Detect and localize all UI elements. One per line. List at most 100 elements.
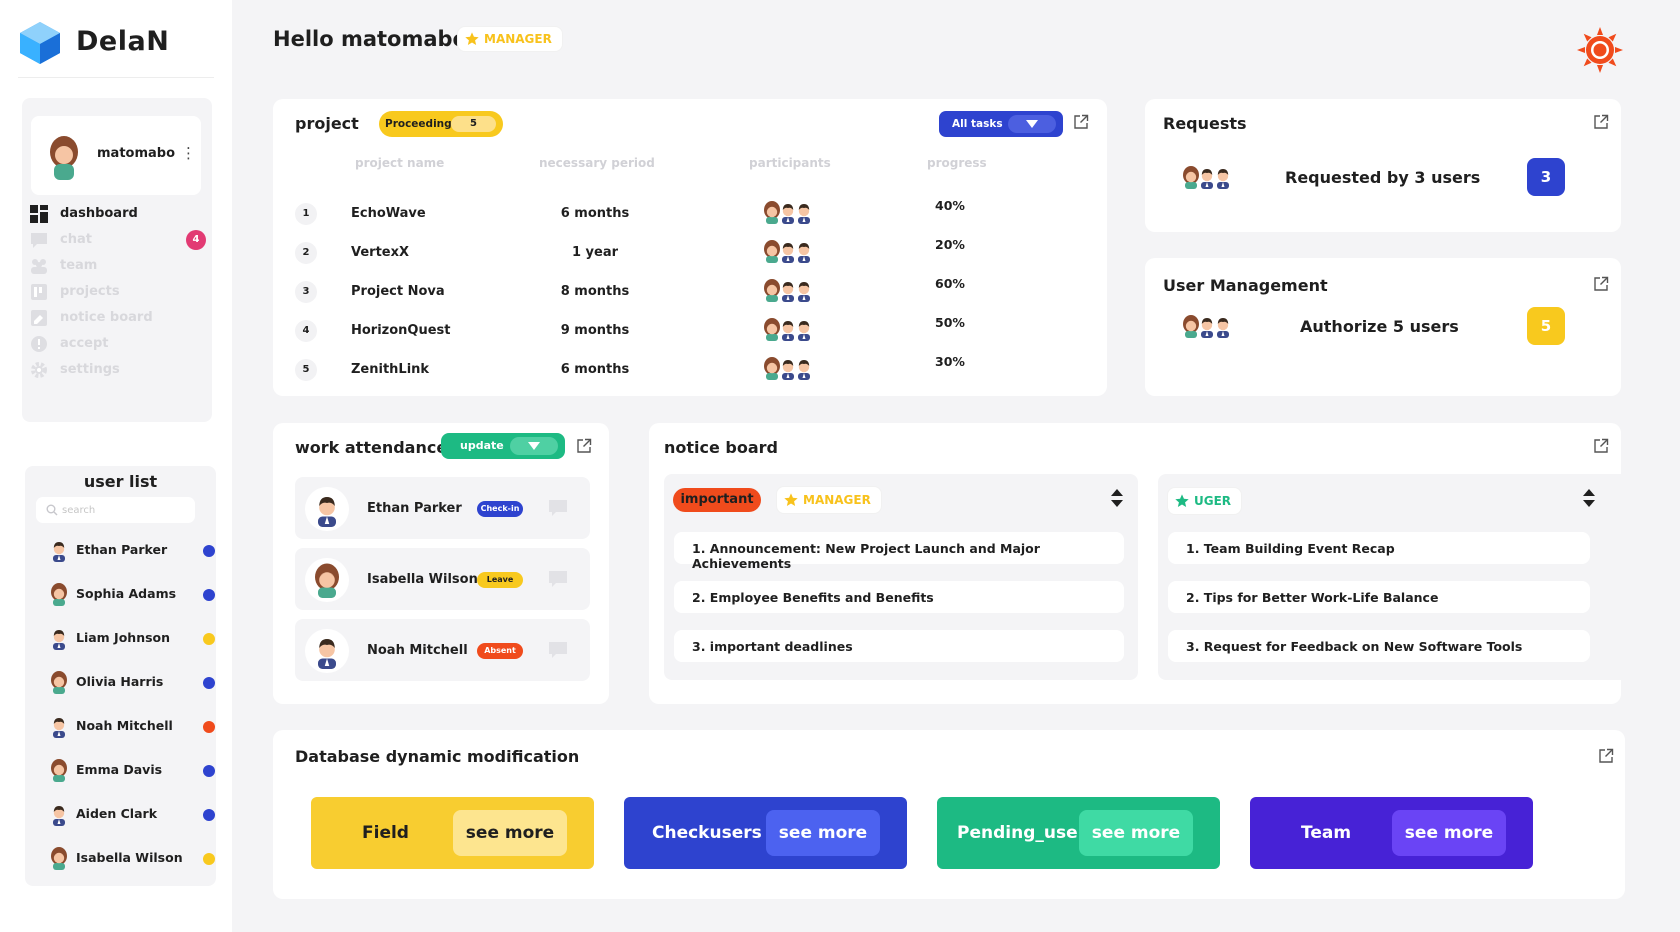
nav-label: accept <box>60 336 109 351</box>
avatar <box>51 847 67 870</box>
attendance-row[interactable]: Ethan Parker Check-in <box>295 477 590 539</box>
attendance-row[interactable]: Isabella Wilson Leave <box>295 548 590 610</box>
sun-gear-icon[interactable] <box>1576 26 1624 74</box>
update-dropdown[interactable]: update <box>441 433 565 459</box>
see-more-button[interactable]: see more <box>1392 810 1506 856</box>
participants-avatars <box>1179 165 1235 191</box>
nav-label: notice board <box>60 310 153 325</box>
notice-column-user: UGER 1. Team Building Event Recap 2. Tip… <box>1158 474 1632 680</box>
avatar <box>1217 318 1229 338</box>
user-list-item[interactable]: Noah Mitchell <box>47 713 215 739</box>
user-list-item[interactable]: Olivia Harris <box>47 669 215 695</box>
user-list-item[interactable]: Isabella Wilson <box>47 845 215 871</box>
nav-label: settings <box>60 362 120 377</box>
user-list-item[interactable]: Liam Johnson <box>47 625 215 651</box>
user-list-title: user list <box>83 472 158 491</box>
proceeding-label: Proceeding <box>385 118 452 130</box>
chat-icon[interactable] <box>548 570 568 588</box>
external-link-icon[interactable] <box>1593 438 1609 454</box>
nav-label: projects <box>60 284 120 299</box>
projects-icon <box>31 284 47 300</box>
notice-column-manager: important MANAGER 1. Announcement: New P… <box>664 474 1138 680</box>
avatar <box>53 630 65 650</box>
avatar-frame <box>305 487 349 531</box>
sidebar-divider <box>18 77 214 78</box>
notice-item[interactable]: 3. Request for Feedback on New Software … <box>1168 630 1590 662</box>
table-row[interactable]: 5 ZenithLink 6 months 30% <box>295 354 995 384</box>
sort-icon[interactable] <box>1582 488 1596 508</box>
star-icon <box>784 493 798 506</box>
user-name: Noah Mitchell <box>76 718 173 733</box>
see-more-button[interactable]: see more <box>1079 810 1193 856</box>
more-options-icon[interactable]: ⋮ <box>181 144 196 162</box>
notice-item[interactable]: 1. Announcement: New Project Launch and … <box>674 532 1124 571</box>
status-dot <box>203 721 215 733</box>
chat-icon <box>31 233 47 248</box>
search-input[interactable] <box>62 501 187 519</box>
nav-accept[interactable]: accept <box>30 333 205 355</box>
external-link-icon[interactable] <box>1593 114 1609 130</box>
nav-projects[interactable]: projects <box>30 281 205 303</box>
chat-icon[interactable] <box>548 641 568 659</box>
nav-team[interactable]: team <box>30 255 205 277</box>
user-management-count[interactable]: 5 <box>1527 307 1565 345</box>
table-row[interactable]: 4 HorizonQuest 9 months 50% <box>295 315 995 345</box>
participants-avatars <box>760 239 816 265</box>
column-header: progress <box>927 156 987 170</box>
notice-text: 3. Request for Feedback on New Software … <box>1186 639 1523 654</box>
status-dot <box>203 765 215 777</box>
chat-icon[interactable] <box>548 499 568 517</box>
nav-chat[interactable]: chat 4 <box>30 229 206 251</box>
settings-icon <box>31 362 47 378</box>
user-list-item[interactable]: Sophia Adams <box>47 581 215 607</box>
external-link-icon[interactable] <box>1593 276 1609 292</box>
external-link-icon[interactable] <box>1598 748 1614 764</box>
table-row[interactable]: 3 Project Nova 8 months 60% <box>295 276 995 306</box>
attendance-card: work attendance update Ethan Parker Chec… <box>273 423 609 704</box>
avatar <box>798 321 810 341</box>
project-name: Project Nova <box>351 284 445 299</box>
nav-notice-board[interactable]: notice board <box>30 307 205 329</box>
requests-card: Requests Requested by 3 users 3 <box>1145 99 1621 232</box>
sort-icon[interactable] <box>1110 488 1124 508</box>
avatar <box>53 806 65 826</box>
participants-avatars <box>760 356 816 382</box>
notice-item[interactable]: 1. Team Building Event Recap <box>1168 532 1590 564</box>
notice-item[interactable]: 2. Employee Benefits and Benefits <box>674 581 1124 613</box>
see-more-button[interactable]: see more <box>453 810 567 856</box>
nav-settings[interactable]: settings <box>30 359 205 381</box>
table-row[interactable]: 2 VertexX 1 year 20% <box>295 237 995 267</box>
project-name: ZenithLink <box>351 362 430 377</box>
profile-card[interactable]: matomabo ⋮ <box>31 116 201 195</box>
requests-count[interactable]: 3 <box>1527 158 1565 196</box>
user-list-item[interactable]: Emma Davis <box>47 757 215 783</box>
logo-icon <box>20 22 60 64</box>
user-search[interactable] <box>36 497 195 523</box>
all-tasks-dropdown[interactable]: All tasks <box>939 111 1063 137</box>
status-dot <box>203 677 215 689</box>
role-label: MANAGER <box>484 32 552 46</box>
table-row[interactable]: 1 EchoWave 6 months 40% <box>295 198 995 228</box>
status-dot <box>203 545 215 557</box>
chevron-down-icon <box>528 442 540 450</box>
accept-icon <box>31 336 47 352</box>
notice-item[interactable]: 3. important deadlines <box>674 630 1124 662</box>
all-tasks-label: All tasks <box>952 118 1003 130</box>
proceeding-filter[interactable]: Proceeding 5 <box>379 111 503 137</box>
team-icon <box>31 259 47 274</box>
external-link-icon[interactable] <box>576 438 592 454</box>
attendance-row[interactable]: Noah Mitchell Absent <box>295 619 590 681</box>
user-list-item[interactable]: Ethan Parker <box>47 537 215 563</box>
nav-label: dashboard <box>60 206 138 221</box>
see-more-button[interactable]: see more <box>766 810 880 856</box>
avatar <box>51 671 67 694</box>
nav-label: team <box>60 258 98 273</box>
nav-dashboard[interactable]: dashboard <box>30 203 205 225</box>
app-name: DelaN <box>76 26 170 57</box>
dashboard-icon <box>30 205 48 223</box>
external-link-icon[interactable] <box>1073 114 1089 130</box>
user-list-item[interactable]: Aiden Clark <box>47 801 215 827</box>
notice-item[interactable]: 2. Tips for Better Work-Life Balance <box>1168 581 1590 613</box>
database-block-label: Pending_users <box>957 823 1097 843</box>
notice-text: 2. Tips for Better Work-Life Balance <box>1186 590 1439 605</box>
